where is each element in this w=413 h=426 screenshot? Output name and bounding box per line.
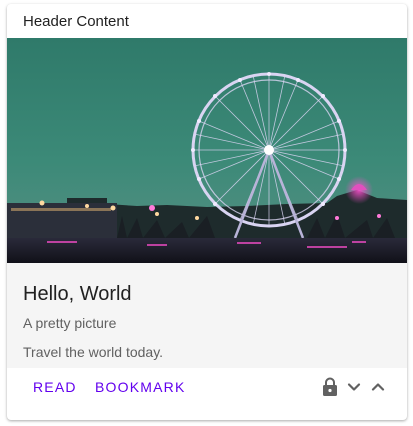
chevron-down-icon[interactable] xyxy=(344,377,364,397)
card-text: Travel the world today. xyxy=(23,344,164,360)
bookmark-button[interactable]: BOOKMARK xyxy=(85,374,196,400)
chevron-up-icon[interactable] xyxy=(368,377,388,397)
lock-icon[interactable] xyxy=(320,377,340,397)
card-header: Header Content xyxy=(23,12,129,30)
card-title: Hello, World xyxy=(23,283,132,305)
card: Header Content Hello, World A pretty pic… xyxy=(7,4,407,420)
card-content: Hello, World A pretty picture Travel the… xyxy=(7,263,407,368)
read-button[interactable]: READ xyxy=(23,374,87,400)
card-media-image xyxy=(7,38,407,263)
card-actions: READ BOOKMARK xyxy=(7,368,407,406)
card-subtitle: A pretty picture xyxy=(23,315,117,331)
